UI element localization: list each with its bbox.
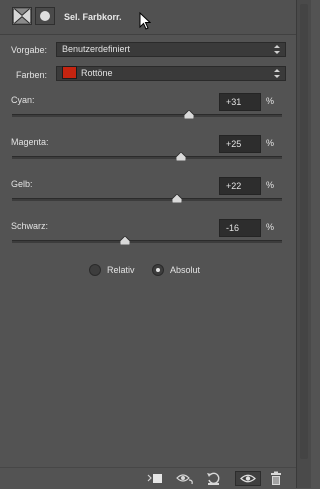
panel-header: Sel. Farbkorr. [0,0,296,35]
vorgabe-select[interactable]: Benutzerdefiniert [56,42,286,57]
vorgabe-value: Benutzerdefiniert [62,44,131,54]
farben-select[interactable]: Rottöne [56,66,286,81]
bottom-toolbar [0,467,296,489]
visibility-eye-icon[interactable] [235,471,261,486]
magenta-value-input[interactable]: +25 [219,135,261,153]
select-arrows-icon [274,45,280,54]
absolut-radio[interactable] [152,264,164,276]
vorgabe-label: Vorgabe: [11,45,48,55]
cyan-label: Cyan: [11,95,35,105]
magenta-slider-handle[interactable] [175,152,186,161]
gelb-percent-unit: % [266,180,275,190]
view-previous-state-icon[interactable] [176,471,194,486]
magenta-slider-track[interactable] [12,156,282,159]
farben-value: Rottöne [81,68,113,78]
select-arrows-icon [274,69,280,78]
mouse-cursor-icon [139,12,151,30]
schwarz-slider-track[interactable] [12,240,282,243]
reset-icon[interactable] [205,471,223,486]
gelb-label: Gelb: [11,179,33,189]
relativ-radio[interactable] [89,264,101,276]
cyan-slider-handle[interactable] [183,110,194,119]
cyan-percent-unit: % [266,96,275,106]
color-swatch [62,66,77,80]
cyan-value-input[interactable]: +31 [219,93,261,111]
gelb-slider-handle[interactable] [171,194,182,203]
absolut-label[interactable]: Absolut [170,265,200,275]
panel-scrollbar[interactable] [296,0,311,488]
mask-icon[interactable] [35,7,55,25]
cyan-slider-track[interactable] [12,114,282,117]
clip-to-layer-icon[interactable] [146,471,164,486]
properties-panel: Sel. Farbkorr. Vorgabe: Benutzerdefinier… [0,0,296,489]
gelb-slider-track[interactable] [12,198,282,201]
magenta-label: Magenta: [11,137,49,147]
panel-title: Sel. Farbkorr. [64,12,122,22]
magenta-percent-unit: % [266,138,275,148]
delete-trash-icon[interactable] [267,471,285,486]
adjustment-layer-icon[interactable] [12,7,32,25]
schwarz-slider-handle[interactable] [120,236,131,245]
farben-label: Farben: [16,70,48,80]
schwarz-label: Schwarz: [11,221,49,231]
gelb-value-input[interactable]: +22 [219,177,261,195]
scrollbar-thumb[interactable] [300,4,308,459]
schwarz-value-input[interactable]: -16 [219,219,261,237]
relativ-label[interactable]: Relativ [107,265,135,275]
schwarz-percent-unit: % [266,222,275,232]
